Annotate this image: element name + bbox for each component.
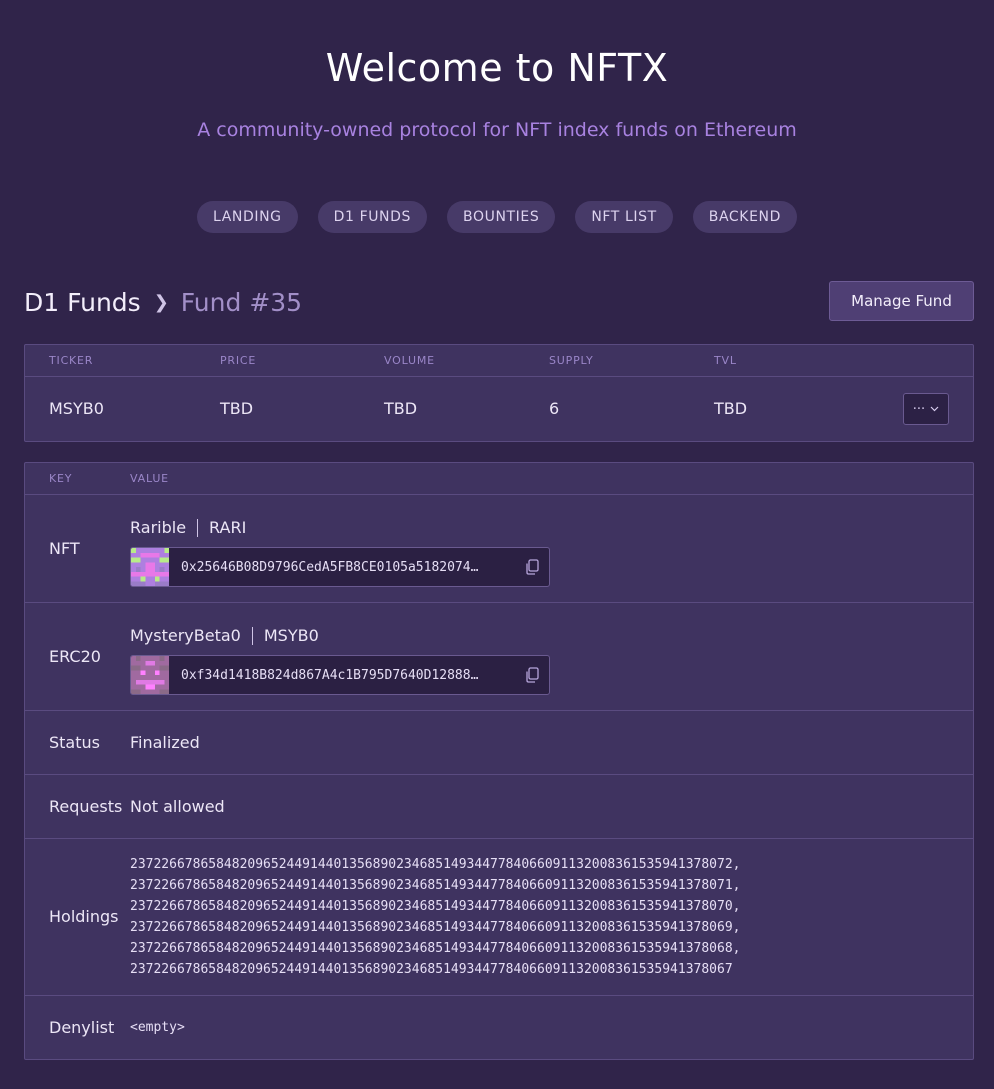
status-key: Status [49,733,100,752]
nav-landing[interactable]: LANDING [197,201,298,233]
header-value: VALUE [130,472,169,485]
nav-backend[interactable]: BACKEND [692,201,797,233]
requests-value: Not allowed [130,797,225,816]
header-price: PRICE [220,354,257,367]
table-row: MSYB0 TBD TBD 6 TBD ··· [25,377,973,441]
divider [251,626,253,645]
erc20-address-field[interactable]: 0xf34d1418B824d867A4c1B795D7640D12888… [130,655,550,695]
nav-nft-list[interactable]: NFT LIST [575,201,673,233]
fund-summary-table: TICKER PRICE VOLUME SUPPLY TVL MSYB0 TBD… [24,344,974,442]
details-header: KEY VALUE [25,463,973,495]
breadcrumb-current: Fund #35 [180,287,303,317]
holding-item: 2372266786584820965244914401356890234685… [130,857,741,872]
cell-tvl: TBD [714,399,748,418]
chevron-down-icon [930,406,939,412]
nft-avatar-icon [131,548,169,586]
denylist-value: <empty> [130,1020,185,1035]
holding-item: 2372266786584820965244914401356890234685… [130,878,741,893]
main-nav: LANDING D1 FUNDS BOUNTIES NFT LIST BACKE… [0,201,994,233]
erc20-token-names: MysteryBeta0 MSYB0 [130,626,319,645]
holding-item: 2372266786584820965244914401356890234685… [130,899,741,914]
cell-volume: TBD [384,399,418,418]
nav-bounties[interactable]: BOUNTIES [447,201,556,233]
table-header: TICKER PRICE VOLUME SUPPLY TVL [25,345,973,377]
holding-item: 2372266786584820965244914401356890234685… [130,941,741,956]
nft-symbol: RARI [209,518,247,537]
fund-details-table: KEY VALUE NFT Rarible RARI 0x25646B08D97… [24,462,974,1060]
requests-row: Requests Not allowed [25,775,973,839]
erc20-address: 0xf34d1418B824d867A4c1B795D7640D12888… [181,667,479,683]
holdings-list: 2372266786584820965244914401356890234685… [130,854,740,980]
page-subtitle: A community-owned protocol for NFT index… [197,119,797,141]
copy-icon[interactable] [523,666,541,684]
divider [197,518,199,537]
erc20-row: ERC20 MysteryBeta0 MSYB0 0xf34d1418B824d… [25,603,973,711]
manage-fund-button[interactable]: Manage Fund [829,281,974,321]
breadcrumb-d1-funds[interactable]: D1 Funds [24,288,141,317]
nft-row: NFT Rarible RARI 0x25646B08D9796CedA5FB8… [25,495,973,603]
page-title: Welcome to NFTX [325,46,669,90]
nft-token-names: Rarible RARI [130,518,246,537]
cell-ticker: MSYB0 [49,399,104,418]
nft-key: NFT [49,539,80,558]
nft-name: Rarible [130,518,187,537]
breadcrumb-chevron-icon: ❯ [153,291,169,313]
holding-item: 2372266786584820965244914401356890234685… [130,920,741,935]
nft-address: 0x25646B08D9796CedA5FB8CE0105a5182074… [181,559,479,575]
header-ticker: TICKER [49,354,94,367]
erc20-symbol: MSYB0 [263,626,319,645]
more-options-button[interactable]: ··· [903,393,949,425]
status-row: Status Finalized [25,711,973,775]
header-tvl: TVL [714,354,737,367]
requests-key: Requests [49,797,123,816]
header-supply: SUPPLY [549,354,594,367]
holdings-row: Holdings 2372266786584820965244914401356… [25,839,973,996]
status-value: Finalized [130,733,200,752]
holdings-key: Holdings [49,907,119,926]
erc20-avatar-icon [131,656,169,694]
cell-price: TBD [220,399,254,418]
breadcrumb: D1 Funds ❯ Fund #35 [24,285,302,319]
header-key: KEY [49,472,73,485]
nft-address-field[interactable]: 0x25646B08D9796CedA5FB8CE0105a5182074… [130,547,550,587]
denylist-row: Denylist <empty> [25,996,973,1059]
nav-d1-funds[interactable]: D1 FUNDS [317,201,428,233]
erc20-name: MysteryBeta0 [130,626,241,645]
copy-icon[interactable] [523,558,541,576]
more-dots-icon: ··· [912,401,926,417]
header-volume: VOLUME [384,354,435,367]
denylist-key: Denylist [49,1018,115,1037]
erc20-key: ERC20 [49,647,101,666]
holding-item: 2372266786584820965244914401356890234685… [130,962,733,977]
cell-supply: 6 [549,399,560,418]
